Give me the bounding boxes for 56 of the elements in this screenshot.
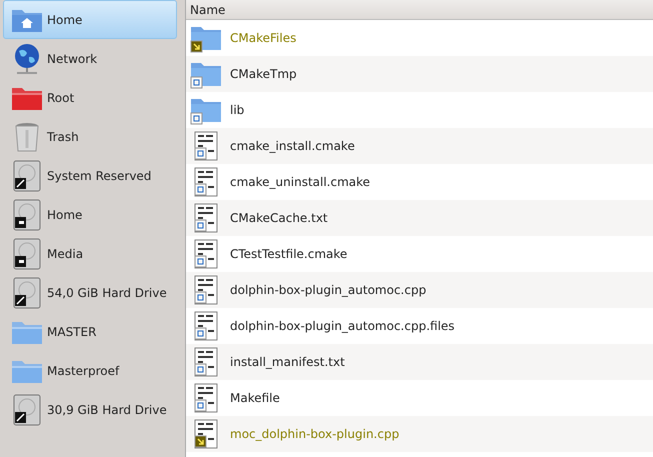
file-name: CMakeTmp [230,66,297,83]
file-with-emblem-icon [194,275,218,305]
places-label: Trash [47,128,79,146]
places-item[interactable]: Trash [3,117,177,156]
column-header[interactable]: Name [186,0,230,19]
file-with-emblem-icon [194,383,218,413]
file-name: install_manifest.txt [230,354,345,371]
places-label: MASTER [47,324,96,340]
places-item[interactable]: MASTER [3,312,177,351]
hard-drive-icon [12,276,42,308]
file-row[interactable]: CMakeCache.txt [186,200,653,236]
places-item[interactable]: 54,0 GiB Hard Drive [3,273,177,312]
usb-drive-icon [12,238,42,270]
places-item[interactable]: System Reserved [3,156,177,195]
file-name: dolphin-box-plugin_automoc.cpp [230,282,426,299]
file-name: CMakeCache.txt [230,210,328,227]
file-with-emblem-icon [194,311,218,341]
file-name: cmake_uninstall.cmake [230,174,370,191]
places-item[interactable]: Network [3,39,177,78]
places-item[interactable]: Media [3,234,177,273]
trash-icon [12,120,40,152]
places-label: Home [47,12,82,28]
file-name: dolphin-box-plugin_automoc.cpp.files [230,318,455,335]
file-name: cmake_install.cmake [230,138,355,155]
places-label: 54,0 GiB Hard Drive [47,284,167,302]
file-name: CMakeFiles [230,30,296,47]
places-label: Masterproef [47,362,120,380]
file-with-emblem-icon [194,167,218,197]
places-label: Root [47,90,74,106]
file-with-emblem-icon [194,131,218,161]
places-label: System Reserved [47,168,152,184]
file-with-emblem-icon [194,203,218,233]
places-item[interactable]: Root [3,78,177,117]
file-with-emblem-icon [194,239,218,269]
hard-drive-icon [12,394,42,426]
file-with-emblem-icon [194,347,218,377]
places-label: 30,9 GiB Hard Drive [47,402,167,418]
places-label: Home [47,206,82,224]
places-item[interactable]: Home [3,0,177,39]
places-item[interactable]: Masterproef [3,351,177,390]
usb-drive-icon [12,198,42,230]
file-row[interactable]: dolphin-box-plugin_automoc.cpp [186,272,653,308]
file-name: CTestTestfile.cmake [230,246,348,263]
file-row[interactable]: moc_dolphin-box-plugin.cpp [186,416,653,452]
file-name: Makefile [230,390,280,407]
places-item[interactable]: 30,9 GiB Hard Drive [3,390,177,429]
file-name: lib [230,102,244,119]
places-label: Media [47,246,84,262]
places-label: Network [47,50,98,68]
file-row[interactable]: CMakeTmp [186,56,653,92]
file-with-arrow-emblem-icon [194,419,218,449]
file-row[interactable]: install_manifest.txt [186,344,653,380]
file-row[interactable]: cmake_install.cmake [186,128,653,164]
hard-drive-icon [12,160,42,192]
places-item[interactable]: Home [3,195,177,234]
file-name: moc_dolphin-box-plugin.cpp [230,426,400,443]
